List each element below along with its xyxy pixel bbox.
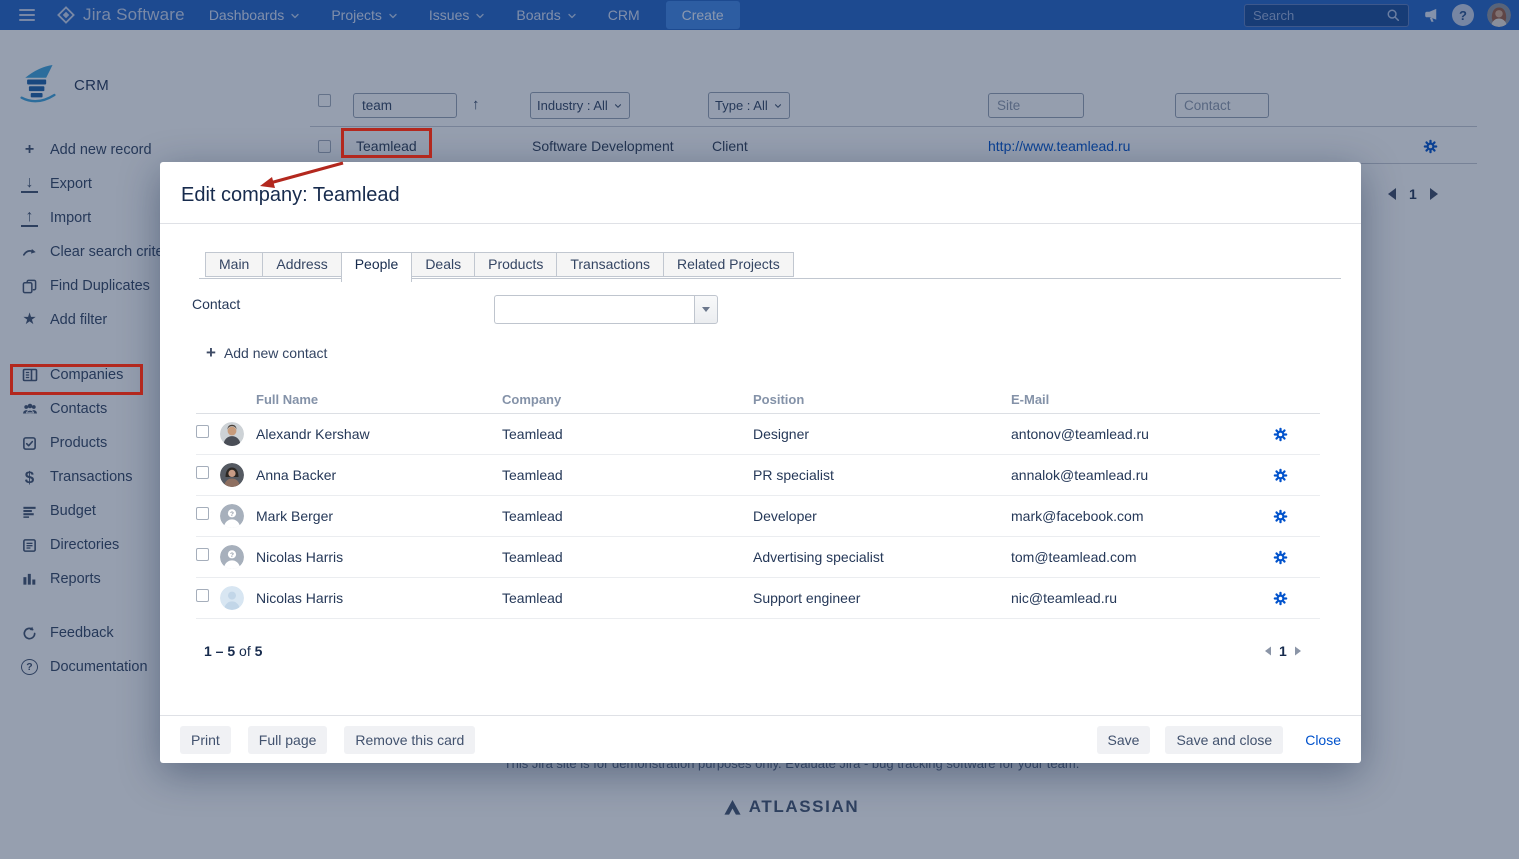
contact-avatar xyxy=(220,504,244,528)
edit-company-dialog: Edit company: Teamlead Main Address Peop… xyxy=(160,162,1361,763)
contact-email: mark@facebook.com xyxy=(1011,508,1240,524)
full-page-button[interactable]: Full page xyxy=(248,726,328,754)
plus-icon: + xyxy=(206,344,216,361)
row-checkbox[interactable] xyxy=(196,466,209,479)
contact-field-label: Contact xyxy=(192,296,240,312)
table-row: Anna Backer Teamlead PR specialist annal… xyxy=(196,455,1320,496)
save-button[interactable]: Save xyxy=(1097,726,1151,754)
next-page-icon[interactable] xyxy=(1295,647,1301,656)
table-row: Nicolas Harris Teamlead Advertising spec… xyxy=(196,537,1320,578)
tab-address[interactable]: Address xyxy=(262,252,341,277)
contact-company: Teamlead xyxy=(502,467,753,483)
contact-position: Developer xyxy=(753,508,1011,524)
row-settings-gear-icon[interactable] xyxy=(1273,427,1288,442)
contact-combobox xyxy=(494,295,718,324)
tab-products[interactable]: Products xyxy=(474,252,557,277)
contact-position: Support engineer xyxy=(753,590,1011,606)
contact-avatar xyxy=(220,545,244,569)
row-checkbox[interactable] xyxy=(196,425,209,438)
table-row: Nicolas Harris Teamlead Support engineer… xyxy=(196,578,1320,619)
tab-deals[interactable]: Deals xyxy=(411,252,475,277)
contact-email: tom@teamlead.com xyxy=(1011,549,1240,565)
contact-company: Teamlead xyxy=(502,426,753,442)
remove-card-button[interactable]: Remove this card xyxy=(344,726,475,754)
tab-related-projects[interactable]: Related Projects xyxy=(663,252,794,277)
dialog-title: Edit company: Teamlead xyxy=(181,184,400,207)
contact-position: Advertising specialist xyxy=(753,549,1011,565)
contact-company: Teamlead xyxy=(502,590,753,606)
contact-email: annalok@teamlead.ru xyxy=(1011,467,1240,483)
row-checkbox[interactable] xyxy=(196,548,209,561)
table-row: Alexandr Kershaw Teamlead Designer anton… xyxy=(196,414,1320,455)
contact-email: nic@teamlead.ru xyxy=(1011,590,1240,606)
contact-name: Alexandr Kershaw xyxy=(256,426,502,442)
contact-combobox-input[interactable] xyxy=(494,295,694,324)
contact-name: Anna Backer xyxy=(256,467,502,483)
save-and-close-button[interactable]: Save and close xyxy=(1165,726,1283,754)
tab-transactions[interactable]: Transactions xyxy=(556,252,664,277)
table-row: Mark Berger Teamlead Developer mark@face… xyxy=(196,496,1320,537)
contact-avatar xyxy=(220,463,244,487)
row-settings-gear-icon[interactable] xyxy=(1273,591,1288,606)
close-link[interactable]: Close xyxy=(1305,732,1341,748)
contact-avatar xyxy=(220,422,244,446)
divider xyxy=(160,223,1361,224)
contact-name: Mark Berger xyxy=(256,508,502,524)
contact-avatar xyxy=(220,586,244,610)
row-checkbox[interactable] xyxy=(196,507,209,520)
row-settings-gear-icon[interactable] xyxy=(1273,509,1288,524)
caret-down-icon xyxy=(702,307,710,312)
previous-page-icon[interactable] xyxy=(1265,647,1271,656)
add-new-contact-link[interactable]: + Add new contact xyxy=(206,344,327,361)
column-header-full-name: Full Name xyxy=(256,392,502,407)
people-pagination: 1 xyxy=(1264,643,1302,659)
people-table-header: Full Name Company Position E-Mail xyxy=(196,385,1320,414)
contact-name: Nicolas Harris xyxy=(256,590,502,606)
column-header-position: Position xyxy=(753,392,1011,407)
application-window: Jira Software Dashboards Projects Issues… xyxy=(0,0,1519,859)
row-settings-gear-icon[interactable] xyxy=(1273,468,1288,483)
contact-combobox-dropdown-button[interactable] xyxy=(694,295,718,324)
results-count: 1 – 5 of 5 xyxy=(204,643,262,659)
contact-company: Teamlead xyxy=(502,508,753,524)
page-number[interactable]: 1 xyxy=(1279,643,1287,659)
contact-position: Designer xyxy=(753,426,1011,442)
contact-position: PR specialist xyxy=(753,467,1011,483)
tab-main[interactable]: Main xyxy=(205,252,263,277)
row-checkbox[interactable] xyxy=(196,589,209,602)
dialog-footer: Print Full page Remove this card Save Sa… xyxy=(160,715,1361,763)
print-button[interactable]: Print xyxy=(180,726,231,754)
contact-name: Nicolas Harris xyxy=(256,549,502,565)
tab-people[interactable]: People xyxy=(341,252,413,282)
contact-email: antonov@teamlead.ru xyxy=(1011,426,1240,442)
contact-company: Teamlead xyxy=(502,549,753,565)
column-header-company: Company xyxy=(502,392,753,407)
people-table: Full Name Company Position E-Mail Alexan… xyxy=(196,385,1320,619)
column-header-email: E-Mail xyxy=(1011,392,1240,407)
row-settings-gear-icon[interactable] xyxy=(1273,550,1288,565)
dialog-tabs: Main Address People Deals Products Trans… xyxy=(205,252,793,282)
